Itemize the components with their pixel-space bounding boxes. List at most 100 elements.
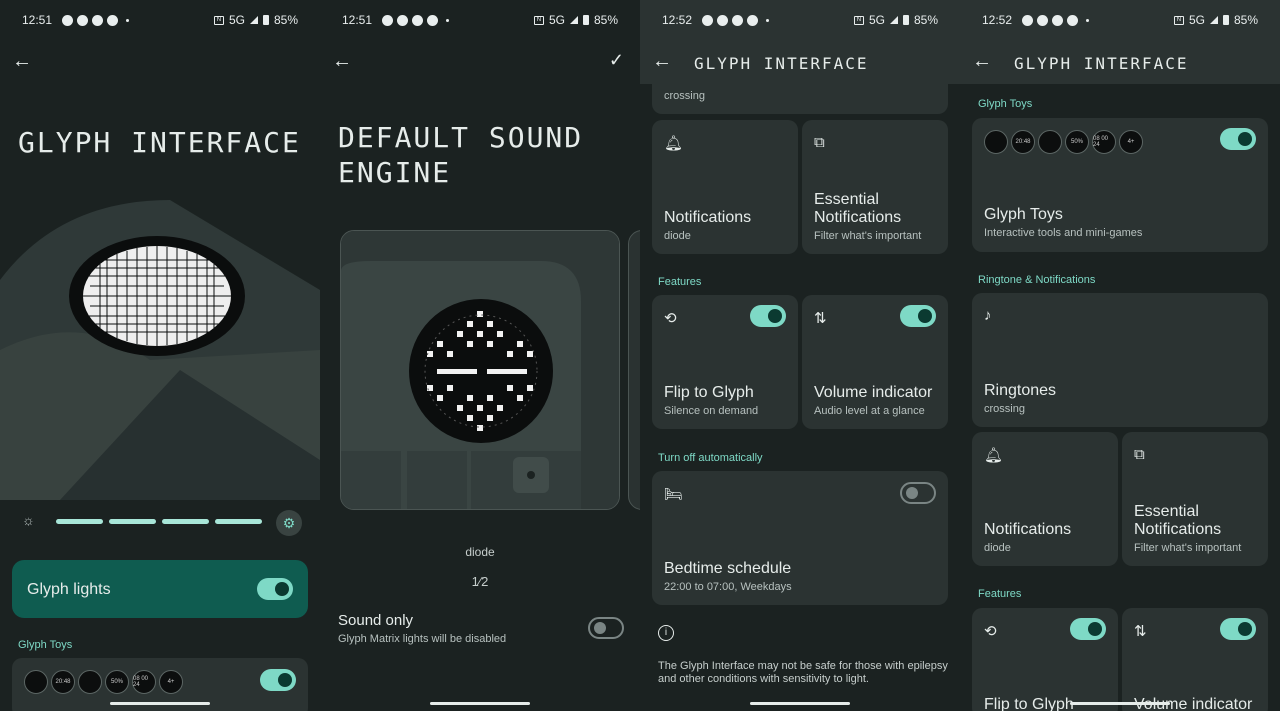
ringtones-card[interactable]: ♪ Ringtones crossing: [972, 293, 1268, 427]
phone-illustration: [0, 200, 320, 500]
sound-engine-preview-card[interactable]: [340, 230, 620, 510]
notifications-subtitle: diode: [984, 542, 1011, 554]
page-title: DEFAULT SOUND ENGINE: [338, 120, 583, 190]
epilepsy-warning: The Glyph Interface may not be safe for …: [658, 660, 948, 685]
notifications-card[interactable]: 🔔︎ Notifications diode: [972, 432, 1118, 566]
nav-handle[interactable]: [430, 702, 530, 705]
battery-icon: [902, 15, 909, 25]
status-bar: 12:52 N 5G 85%: [960, 0, 1280, 40]
essential-title: Essential Notifications: [814, 191, 902, 226]
sound-only-toggle[interactable]: [588, 617, 624, 639]
notification-icons: [382, 14, 450, 26]
equalizer-icon: ⇅: [814, 310, 827, 327]
notification-icons: [62, 14, 130, 26]
flip-to-glyph-toggle[interactable]: [1070, 618, 1106, 640]
status-time: 12:51: [22, 13, 53, 27]
notifications-title: Notifications: [664, 209, 752, 226]
glyph-lights-toggle[interactable]: [257, 578, 293, 600]
panel-default-sound-engine: 12:51 N 5G 85% ← ✓ DEFAULT SOUND ENGINE: [320, 0, 640, 711]
glyph-toys-toggle[interactable]: [1220, 128, 1256, 150]
back-arrow-icon[interactable]: ←: [12, 50, 32, 73]
nfc-icon: N: [533, 15, 544, 25]
flip-to-glyph-card[interactable]: ⟲ Flip to Glyph: [972, 608, 1118, 711]
features-section: Features: [978, 588, 1022, 600]
back-arrow-icon[interactable]: ←: [972, 50, 992, 73]
network-label: 5G: [548, 13, 565, 27]
volume-indicator-toggle[interactable]: [1220, 618, 1256, 640]
toy-icon: 50%: [105, 670, 129, 694]
notifications-card[interactable]: 🔔︎ Notifications diode: [652, 120, 798, 254]
sound-only-label: Sound only: [338, 612, 414, 629]
nfc-icon: N: [853, 15, 864, 25]
status-time: 12:52: [662, 13, 693, 27]
glyph-toys-section: Glyph Toys: [978, 98, 1033, 110]
features-section: Features: [658, 276, 702, 288]
notifications-title: Notifications: [984, 521, 1072, 538]
toy-icon: 08 00 24: [132, 670, 156, 694]
volume-indicator-card[interactable]: ⇅ Volume indicator Audio level at a glan…: [802, 295, 948, 429]
toy-icon: [78, 670, 102, 694]
glyph-toys-title: Glyph Toys: [984, 206, 1063, 223]
next-preview-card[interactable]: [628, 230, 640, 510]
panel-glyph-settings-lower: 12:52 N 5G 85% crossing ← GLYPH INTERFAC…: [640, 0, 960, 711]
volume-indicator-card[interactable]: ⇅ Volume indicator: [1122, 608, 1268, 711]
nav-handle[interactable]: [1070, 702, 1170, 705]
toy-icon: 4+: [1119, 130, 1143, 154]
toy-icon: [24, 670, 48, 694]
page-title: GLYPH INTERFACE: [18, 126, 301, 159]
essential-notifications-card[interactable]: ⧉ Essential Notifications Filter what's …: [1122, 432, 1268, 566]
equalizer-icon: ⇅: [1134, 623, 1147, 640]
music-note-icon: ♪: [984, 307, 992, 324]
nfc-icon: N: [1173, 15, 1184, 25]
glyph-lights-card[interactable]: Glyph lights: [12, 560, 308, 618]
ringtones-title: Ringtones: [984, 382, 1057, 399]
flip-to-glyph-card[interactable]: ⟲ Flip to Glyph Silence on demand: [652, 295, 798, 429]
bedtime-subtitle: 22:00 to 07:00, Weekdays: [664, 581, 792, 593]
status-bar: 12:51 N 5G 85%: [320, 0, 640, 40]
bedtime-toggle[interactable]: [900, 482, 936, 504]
toy-icon: 4+: [159, 670, 183, 694]
essential-title: Essential Notifications: [1134, 503, 1222, 538]
essential-notification-icon: ⧉: [814, 134, 825, 151]
brightness-low-icon: ☼: [22, 512, 35, 528]
bedtime-schedule-card[interactable]: 🛏︎ Bedtime schedule 22:00 to 07:00, Week…: [652, 471, 948, 605]
app-bar-title: GLYPH INTERFACE: [1014, 54, 1189, 73]
pager-indicator: 1⁄2: [471, 574, 489, 589]
status-time: 12:52: [982, 13, 1013, 27]
volume-indicator-toggle[interactable]: [900, 305, 936, 327]
sound-name: diode: [465, 545, 495, 559]
essential-notifications-card[interactable]: ⧉ Essential Notifications Filter what's …: [802, 120, 948, 254]
signal-icon: [889, 16, 898, 24]
volume-subtitle: Audio level at a glance: [814, 405, 925, 417]
signal-icon: [569, 16, 578, 24]
sound-only-description: Glyph Matrix lights will be disabled: [338, 633, 507, 645]
check-icon[interactable]: ✓: [609, 50, 624, 71]
nav-handle[interactable]: [750, 702, 850, 705]
back-arrow-icon[interactable]: ←: [332, 50, 352, 73]
flip-title: Flip to Glyph: [664, 384, 754, 401]
battery-icon: [1222, 15, 1229, 25]
bell-icon: 🔔︎: [984, 447, 1004, 464]
glyph-toys-card[interactable]: 20:48 50% 08 00 24 4+ Glyph Toys Interac…: [972, 118, 1268, 252]
page-title-line-1: DEFAULT SOUND: [338, 121, 584, 154]
nav-handle[interactable]: [110, 702, 210, 705]
toy-icon: 20:48: [51, 670, 75, 694]
brightness-slider[interactable]: [56, 519, 262, 524]
network-label: 5G: [868, 13, 885, 27]
flip-icon: ⟲: [664, 310, 677, 327]
glyph-toys-toggle[interactable]: [260, 669, 296, 691]
toy-icon: 08 00 24: [1092, 130, 1116, 154]
battery-percent: 85%: [913, 13, 938, 27]
signal-icon: [1209, 16, 1218, 24]
flip-title: Flip to Glyph: [984, 696, 1074, 711]
battery-percent: 85%: [273, 13, 298, 27]
auto-brightness-icon[interactable]: ⚙: [276, 510, 302, 536]
back-arrow-icon[interactable]: ←: [652, 50, 672, 73]
battery-icon: [582, 15, 589, 25]
panel-glyph-settings-upper: 12:52 N 5G 85% ← GLYPH INTERFACE Glyph T…: [960, 0, 1280, 711]
nfc-icon: N: [213, 15, 224, 25]
bedtime-title: Bedtime schedule: [664, 560, 792, 577]
essential-subtitle: Filter what's important: [814, 230, 922, 242]
flip-to-glyph-toggle[interactable]: [750, 305, 786, 327]
glyph-lights-label: Glyph lights: [27, 581, 111, 598]
